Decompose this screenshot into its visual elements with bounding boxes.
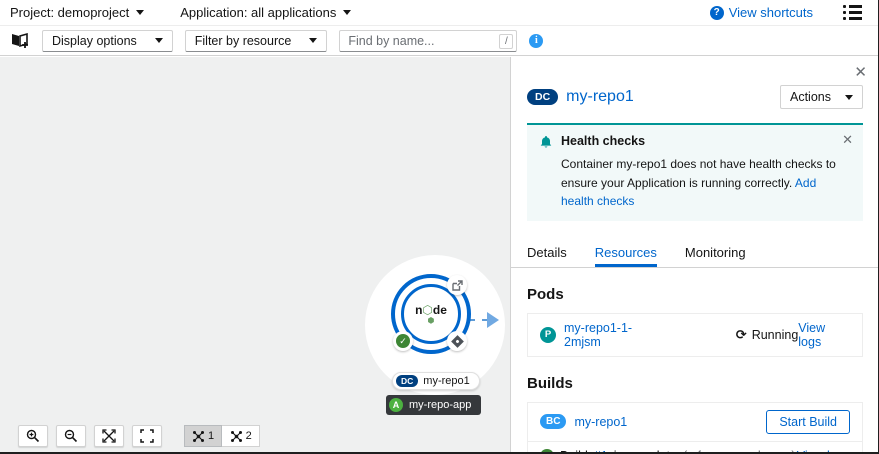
check-circle-icon: ✓ (540, 449, 554, 452)
build-status-prefix: Build (560, 449, 588, 452)
build-config-row: BC my-repo1 Start Build (528, 403, 862, 441)
context-bar: Project: demoproject Application: all ap… (0, 0, 878, 26)
open-url-decorator[interactable] (447, 275, 467, 295)
nodejs-logo: n⬡de (415, 302, 447, 317)
layout-1-label: 1 (208, 430, 215, 442)
application-selector[interactable]: Application: all applications (180, 5, 352, 20)
pods-heading: Pods (527, 285, 564, 303)
external-link-icon (451, 279, 463, 291)
alert-close-icon[interactable]: ✕ (842, 133, 853, 146)
start-build-button[interactable]: Start Build (766, 409, 850, 434)
quick-search-catalog-icon[interactable] (10, 32, 30, 49)
resource-side-panel: ✕ DC my-repo1 Actions Health checks ✕ Co… (510, 57, 878, 452)
build-status: ✓ Build #1 is complete (a few seconds ag… (540, 449, 796, 452)
layout-1-button[interactable]: 1 (184, 425, 223, 447)
project-selector-label: Project: demoproject (10, 5, 130, 20)
sync-icon: ⟳ (735, 326, 747, 342)
fit-to-screen-button[interactable] (94, 425, 124, 447)
tab-monitoring[interactable]: Monitoring (685, 239, 746, 267)
filter-by-resource-label: Filter by resource (194, 33, 292, 48)
expand-arrows-icon (102, 429, 116, 443)
create-connector-arrow[interactable] (487, 312, 499, 328)
alert-title: Health checks (561, 134, 646, 148)
topology-layout-icon (230, 430, 242, 442)
pod-row: P my-repo1-1-2mjsm ⟳ Running View logs (528, 314, 862, 356)
build-config-name-link[interactable]: my-repo1 (574, 415, 627, 429)
layout-toggle-group: 1 2 (184, 425, 261, 447)
alert-body: Container my-repo1 does not have health … (561, 157, 836, 209)
find-by-name-wrapper: / (339, 29, 518, 52)
git-source-icon (450, 334, 464, 348)
actions-dropdown[interactable]: Actions (780, 85, 863, 109)
build-view-logs-link[interactable]: View logs (797, 449, 850, 452)
chevron-down-icon (154, 38, 163, 43)
actions-label: Actions (790, 90, 831, 104)
tab-details[interactable]: Details (527, 239, 567, 267)
bell-icon (539, 135, 553, 149)
node-name: my-repo1 (423, 375, 470, 387)
canvas-controls: 1 2 (18, 425, 261, 447)
corner-brackets-icon (140, 429, 154, 443)
node-label[interactable]: DC my-repo1 (392, 372, 480, 390)
nodejs-hexagon-icon: ⬢ (427, 315, 435, 325)
panel-header: DC my-repo1 Actions (511, 57, 878, 109)
list-view-toggle-icon[interactable] (841, 3, 864, 22)
reset-view-button[interactable] (132, 425, 162, 447)
info-circle-icon[interactable]: i (529, 33, 544, 48)
tab-resources[interactable]: Resources (594, 239, 657, 267)
layout-2-label: 2 (245, 430, 252, 442)
build-config-badge: BC (540, 414, 567, 430)
builds-heading: Builds (527, 374, 573, 392)
edit-source-decorator[interactable] (447, 331, 467, 351)
layout-2-button[interactable]: 2 (222, 425, 261, 447)
close-icon[interactable]: ✕ (854, 65, 867, 80)
application-name: my-repo-app (409, 399, 472, 411)
chevron-down-icon (136, 10, 145, 15)
pods-list: P my-repo1-1-2mjsm ⟳ Running View logs (527, 312, 863, 357)
zoom-out-icon (64, 429, 78, 443)
dc-resource-badge: DC (527, 88, 559, 106)
zoom-out-button[interactable] (56, 425, 86, 447)
pod-status-text: Running (751, 327, 799, 342)
view-shortcuts-label: View shortcuts (728, 5, 813, 20)
zoom-in-button[interactable] (18, 425, 48, 447)
application-group-label[interactable]: A my-repo-app (386, 395, 482, 415)
chevron-down-icon (845, 94, 853, 100)
topology-canvas[interactable]: n⬡de ⬢ ✓ DC my-repo1 A my-repo-app 1 2 (0, 57, 510, 452)
resource-title-link[interactable]: my-repo1 (566, 88, 634, 106)
build-status-row: ✓ Build #1 is complete (a few seconds ag… (528, 440, 862, 452)
pod-badge: P (540, 326, 556, 343)
dc-resource-badge: DC (396, 375, 419, 387)
view-shortcuts-link[interactable]: ? View shortcuts (709, 5, 813, 20)
slash-shortcut-key: / (499, 33, 514, 49)
project-selector[interactable]: Project: demoproject (10, 5, 145, 20)
health-checks-alert: Health checks ✕ Container my-repo1 does … (527, 123, 863, 221)
pod-status: ⟳ Running (736, 327, 798, 343)
build-number-link[interactable]: #1 (594, 449, 608, 452)
filter-by-resource-dropdown[interactable]: Filter by resource (184, 29, 328, 52)
application-badge: A (389, 398, 403, 412)
zoom-in-icon (26, 429, 40, 443)
display-options-dropdown[interactable]: Display options (42, 29, 173, 52)
topology-toolbar: Display options Filter by resource / i (0, 26, 878, 56)
pod-view-logs-link[interactable]: View logs (798, 321, 850, 349)
find-by-name-input[interactable] (339, 29, 518, 52)
build-status-suffix: is complete (614, 449, 677, 452)
application-selector-label: Application: all applications (180, 5, 337, 20)
openshift-topology-view: Project: demoproject Application: all ap… (0, 0, 879, 454)
check-circle-icon: ✓ (396, 334, 410, 348)
create-connector-line (469, 319, 488, 321)
builds-list: BC my-repo1 Start Build ✓ Build #1 is co… (527, 401, 863, 452)
chevron-down-icon (343, 10, 352, 15)
build-timestamp: (a few seconds ago) (683, 449, 796, 452)
masthead-right: ? View shortcuts (709, 3, 864, 22)
chevron-down-icon (309, 38, 318, 43)
resources-tab-content: Pods P my-repo1-1-2mjsm ⟳ Running View l… (511, 285, 878, 452)
panel-tabs: Details Resources Monitoring (511, 239, 878, 268)
question-circle-icon: ? (709, 5, 724, 20)
pod-name-link[interactable]: my-repo1-1-2mjsm (564, 321, 666, 349)
build-status-decorator[interactable]: ✓ (393, 331, 413, 351)
display-options-label: Display options (52, 33, 137, 48)
topology-layout-icon (193, 430, 204, 442)
